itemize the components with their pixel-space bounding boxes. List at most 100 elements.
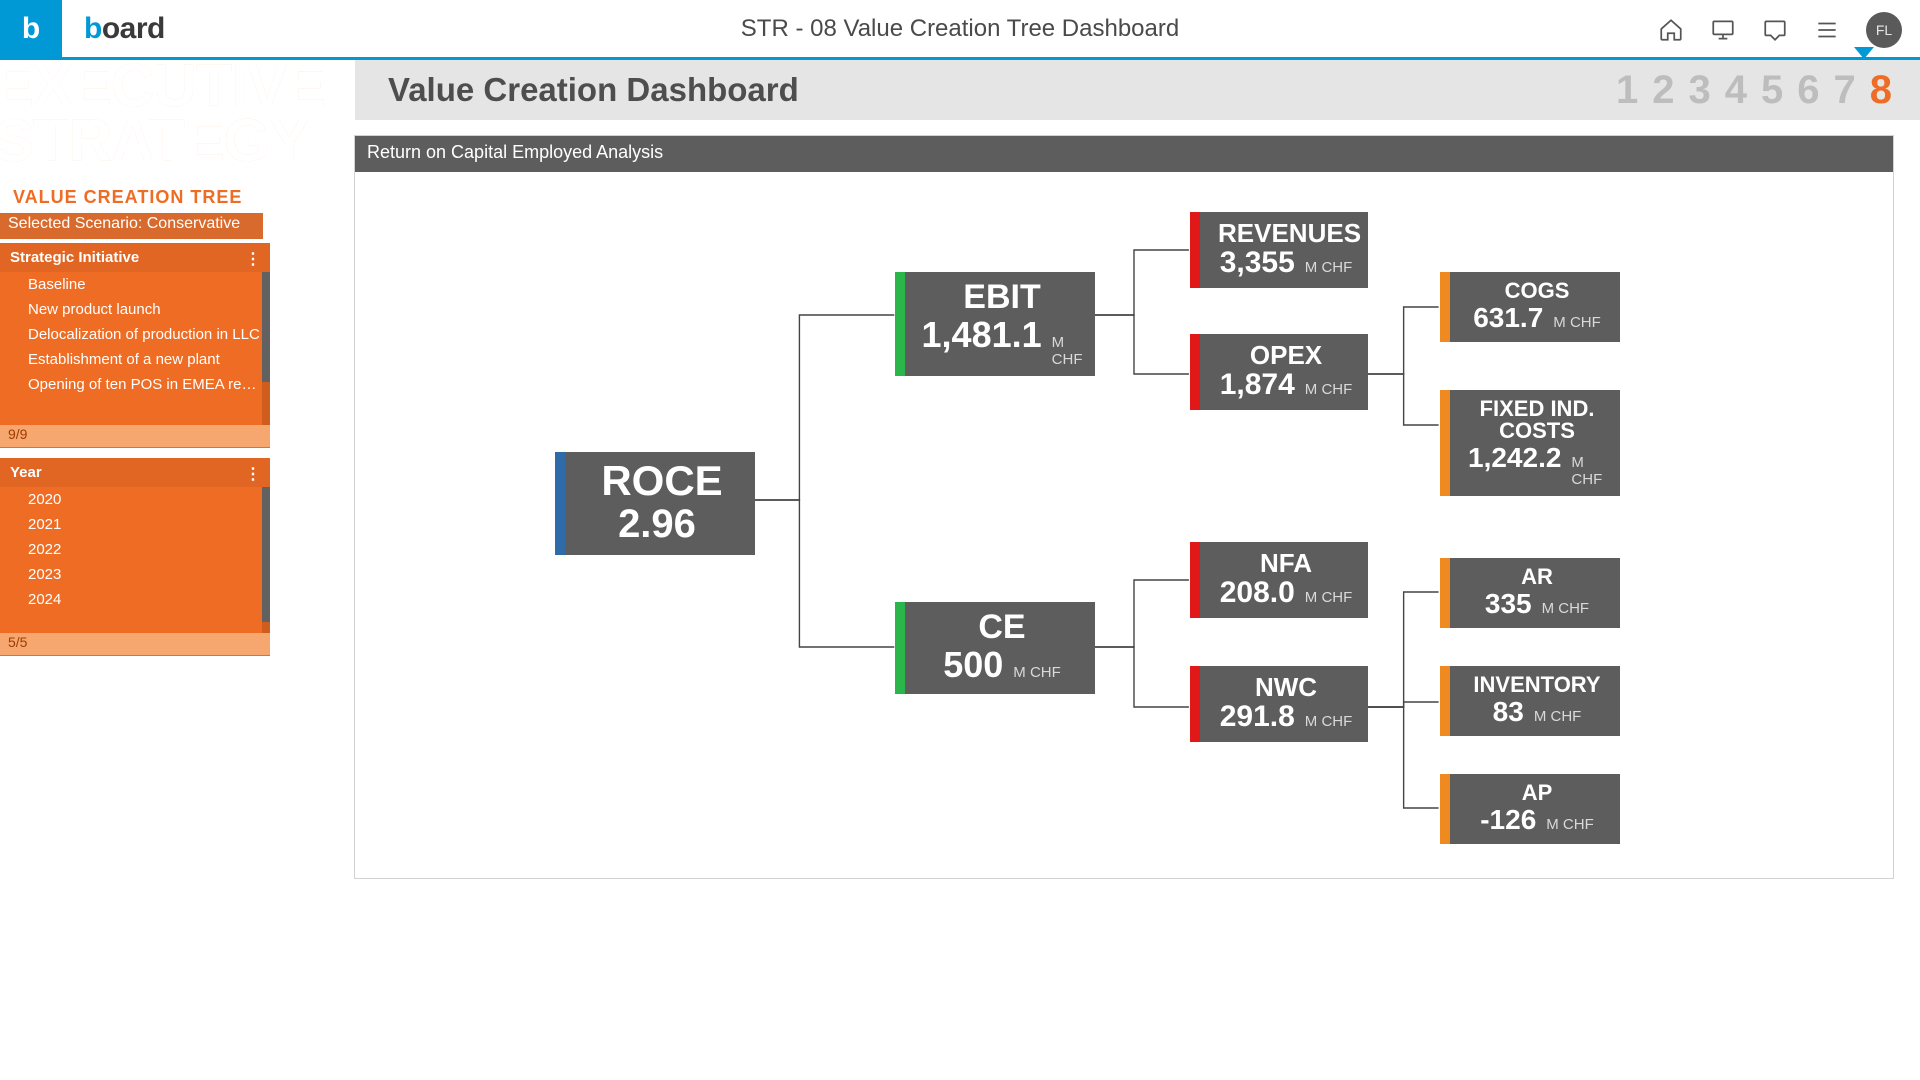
node-ebit-value: 1,481.1 bbox=[922, 314, 1042, 356]
node-ebit-unit: M CHF bbox=[1052, 334, 1083, 368]
node-cogs-unit: M CHF bbox=[1553, 314, 1601, 331]
pager-7[interactable]: 7 bbox=[1834, 68, 1856, 113]
node-cogs-value: 631.7 bbox=[1473, 302, 1543, 334]
node-opex-label: OPEX bbox=[1218, 342, 1354, 368]
year-more-icon[interactable]: ⋮ bbox=[245, 464, 260, 484]
year-item[interactable]: 2023 bbox=[0, 562, 270, 587]
node-ce-unit: M CHF bbox=[1013, 664, 1061, 681]
node-revenues-value: 3,355 bbox=[1220, 246, 1295, 280]
pager-8[interactable]: 8 bbox=[1870, 68, 1892, 113]
node-ce-label: CE bbox=[923, 610, 1081, 644]
year-header: Year ⋮ bbox=[0, 458, 270, 487]
node-cogs-label: COGS bbox=[1468, 280, 1606, 302]
node-ar-value: 335 bbox=[1485, 588, 1532, 620]
strategic-initiative-more-icon[interactable]: ⋮ bbox=[245, 249, 260, 269]
section-title: Return on Capital Employed Analysis bbox=[355, 136, 1893, 172]
node-fixed-unit: M CHF bbox=[1571, 454, 1606, 488]
exec-strategy-watermark: EXECUTIVE STRATEGY bbox=[0, 58, 325, 168]
node-revenues[interactable]: REVENUES 3,355 M CHF bbox=[1190, 212, 1368, 288]
pager-4[interactable]: 4 bbox=[1725, 68, 1747, 113]
avatar[interactable]: FL bbox=[1866, 12, 1902, 48]
node-ce[interactable]: CE 500 M CHF bbox=[895, 602, 1095, 694]
scenario-bar: Selected Scenario: Conservative bbox=[0, 213, 263, 239]
subheader: Value Creation Dashboard 1 2 3 4 5 6 7 8 bbox=[355, 60, 1920, 120]
chat-icon[interactable] bbox=[1762, 17, 1788, 43]
node-opex[interactable]: OPEX 1,874 M CHF bbox=[1190, 334, 1368, 410]
node-nfa-unit: M CHF bbox=[1305, 589, 1353, 606]
pager-3[interactable]: 3 bbox=[1689, 68, 1711, 113]
node-opex-value: 1,874 bbox=[1220, 368, 1295, 402]
year-item[interactable]: 2024 bbox=[0, 587, 270, 612]
scenario-label: Selected Scenario: Conservative bbox=[8, 215, 240, 232]
initiative-item[interactable]: New product launch bbox=[0, 297, 270, 322]
node-fixed-value: 1,242.2 bbox=[1468, 442, 1561, 474]
node-nfa-label: NFA bbox=[1218, 550, 1354, 576]
page-title: STR - 08 Value Creation Tree Dashboard bbox=[741, 15, 1179, 43]
year-item[interactable]: 2021 bbox=[0, 512, 270, 537]
sidebar: EXECUTIVE STRATEGY VALUE CREATION TREE S… bbox=[0, 63, 355, 663]
node-ap-label: AP bbox=[1468, 782, 1606, 804]
year-scrollbar[interactable] bbox=[262, 487, 270, 633]
initiative-item[interactable]: Baseline bbox=[0, 272, 270, 297]
node-inventory[interactable]: INVENTORY 83 M CHF bbox=[1440, 666, 1620, 736]
presentation-icon[interactable] bbox=[1710, 17, 1736, 43]
node-ap[interactable]: AP -126M CHF bbox=[1440, 774, 1620, 844]
pager-caret-icon bbox=[1854, 47, 1874, 59]
node-inventory-unit: M CHF bbox=[1534, 708, 1582, 725]
pager-6[interactable]: 6 bbox=[1797, 68, 1819, 113]
topbar: b board STR - 08 Value Creation Tree Das… bbox=[0, 0, 1920, 60]
value-creation-tree-tab: VALUE CREATION TREE bbox=[0, 181, 261, 214]
node-roce[interactable]: ROCE 2.96 bbox=[555, 452, 755, 555]
initiative-item[interactable]: Establishment of a new plant bbox=[0, 347, 270, 372]
initiative-item[interactable]: Opening of ten POS in EMEA region bbox=[0, 372, 270, 397]
node-revenues-label: REVENUES bbox=[1218, 220, 1354, 246]
year-item[interactable]: 2020 bbox=[0, 487, 270, 512]
node-nfa[interactable]: NFA 208.0 M CHF bbox=[1190, 542, 1368, 618]
node-fixed[interactable]: FIXED IND. COSTS 1,242.2 M CHF bbox=[1440, 390, 1620, 496]
year-item[interactable]: 2022 bbox=[0, 537, 270, 562]
node-fixed-label: FIXED IND. COSTS bbox=[1468, 398, 1606, 442]
pager: 1 2 3 4 5 6 7 8 bbox=[1616, 68, 1892, 113]
node-nwc-unit: M CHF bbox=[1305, 713, 1353, 730]
value-tree: ROCE 2.96 EBIT 1,481.1M CHF CE 500M CHF … bbox=[355, 172, 1893, 872]
node-inventory-value: 83 bbox=[1493, 696, 1524, 728]
node-ebit[interactable]: EBIT 1,481.1M CHF bbox=[895, 272, 1095, 376]
app-logo-text[interactable]: board bbox=[84, 12, 165, 46]
year-footer: 5/5 bbox=[0, 633, 270, 655]
pager-5[interactable]: 5 bbox=[1761, 68, 1783, 113]
strategic-initiative-panel: Strategic Initiative ⋮ Baseline New prod… bbox=[0, 243, 270, 448]
strategic-initiative-title: Strategic Initiative bbox=[10, 249, 139, 266]
node-cogs[interactable]: COGS 631.7 M CHF bbox=[1440, 272, 1620, 342]
app-logo-square[interactable]: b bbox=[0, 0, 62, 59]
home-icon[interactable] bbox=[1658, 17, 1684, 43]
strategic-initiative-body: Baseline New product launch Delocalizati… bbox=[0, 272, 270, 425]
strategic-initiative-header: Strategic Initiative ⋮ bbox=[0, 243, 270, 272]
strategic-initiative-footer: 9/9 bbox=[0, 425, 270, 447]
node-nwc[interactable]: NWC 291.8M CHF bbox=[1190, 666, 1368, 742]
node-roce-value: 2.96 bbox=[618, 502, 696, 547]
avatar-initials: FL bbox=[1876, 22, 1892, 38]
pager-1[interactable]: 1 bbox=[1616, 68, 1638, 113]
node-ar-unit: M CHF bbox=[1542, 600, 1590, 617]
node-ap-unit: M CHF bbox=[1546, 816, 1594, 833]
initiative-scrollbar[interactable] bbox=[262, 272, 270, 425]
year-title: Year bbox=[10, 464, 42, 481]
node-ar-label: AR bbox=[1468, 566, 1606, 588]
hamburger-icon[interactable] bbox=[1814, 17, 1840, 43]
node-nfa-value: 208.0 bbox=[1220, 576, 1295, 610]
year-scroll-thumb[interactable] bbox=[262, 487, 270, 622]
node-inventory-label: INVENTORY bbox=[1468, 674, 1606, 696]
node-ce-value: 500 bbox=[943, 644, 1003, 686]
node-ar[interactable]: AR 335 M CHF bbox=[1440, 558, 1620, 628]
initiative-scroll-thumb[interactable] bbox=[262, 272, 270, 382]
value-creation-tree-label: VALUE CREATION TREE bbox=[13, 187, 242, 207]
node-opex-unit: M CHF bbox=[1305, 381, 1353, 398]
pager-2[interactable]: 2 bbox=[1652, 68, 1674, 113]
node-nwc-value: 291.8 bbox=[1220, 700, 1295, 734]
node-roce-label: ROCE bbox=[583, 460, 741, 502]
node-revenues-unit: M CHF bbox=[1305, 259, 1353, 276]
dashboard-title: Value Creation Dashboard bbox=[388, 71, 799, 109]
year-body: 2020 2021 2022 2023 2024 bbox=[0, 487, 270, 633]
initiative-item[interactable]: Delocalization of production in LLC bbox=[0, 322, 270, 347]
app-logo-letter: b bbox=[22, 12, 40, 46]
